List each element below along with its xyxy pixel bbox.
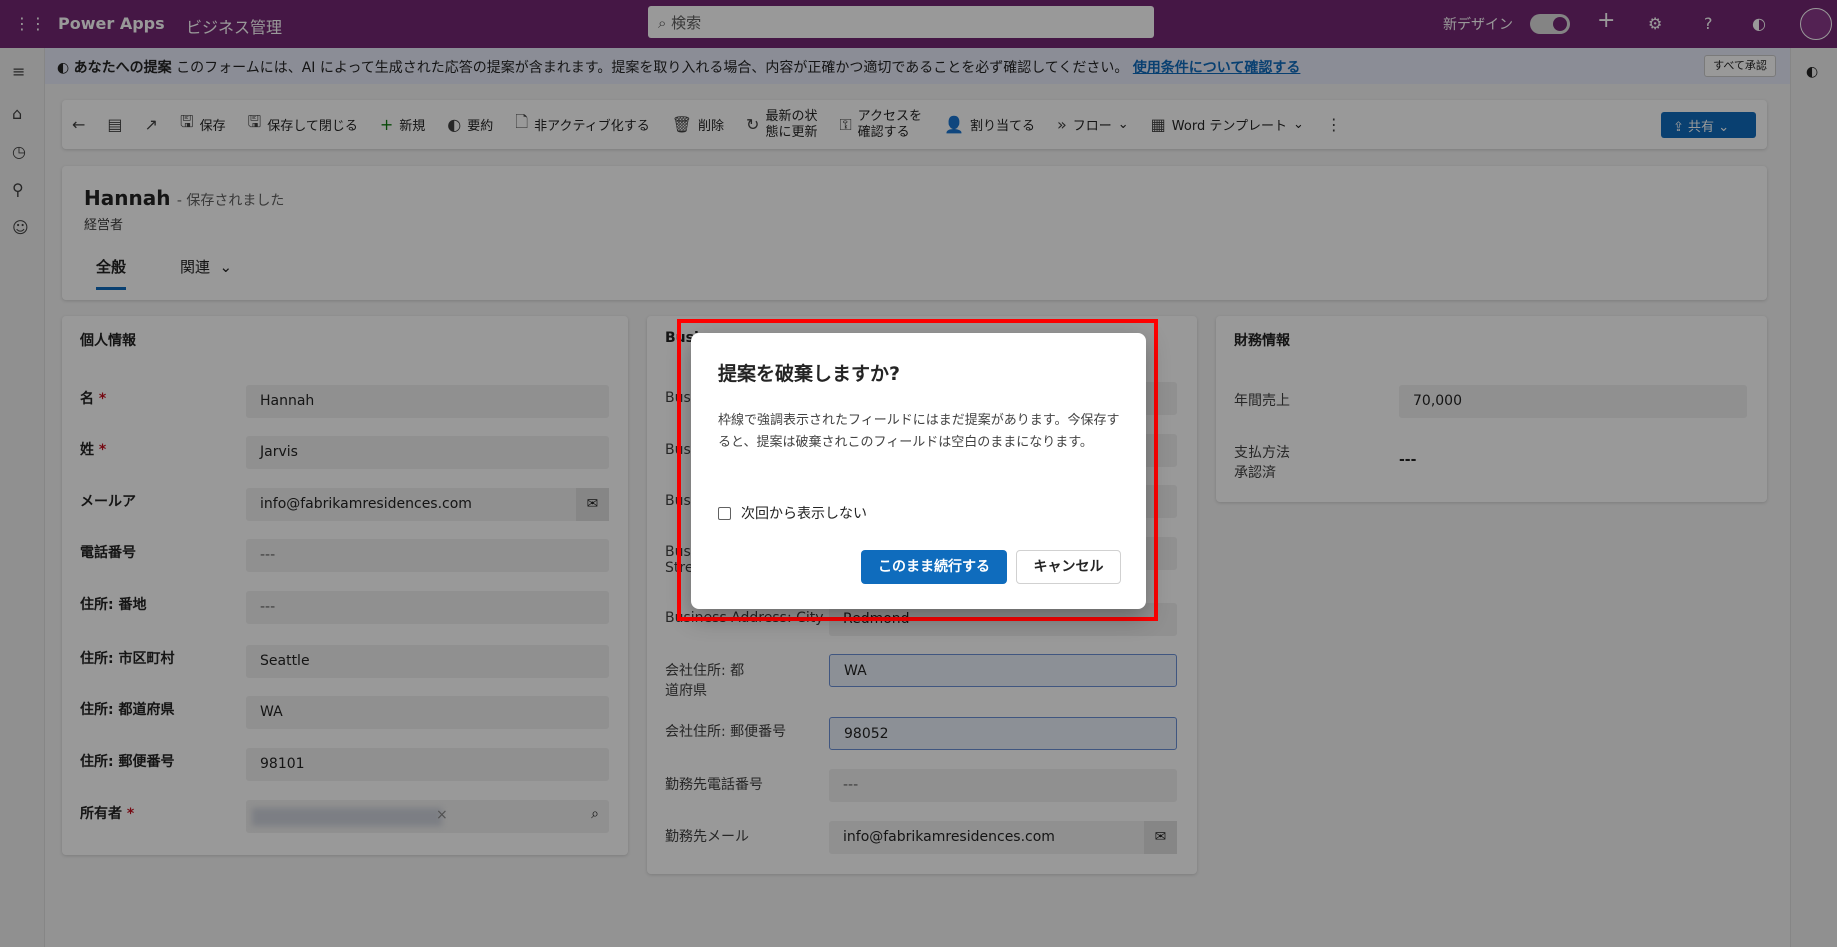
dialog-body: 枠線で強調表示されたフィールドにはまだ提案があります。今保存すると、提案は破棄さ… xyxy=(718,413,1120,450)
dont-show-again[interactable]: 次回から表示しない xyxy=(718,503,867,523)
checkbox-label: 次回から表示しない xyxy=(741,506,867,522)
checkbox[interactable] xyxy=(718,506,731,520)
continue-button[interactable]: このまま続行する xyxy=(861,550,1007,584)
dialog-title: 提案を破棄しますか? xyxy=(718,363,901,385)
cancel-button[interactable]: キャンセル xyxy=(1016,550,1121,584)
discard-suggestions-dialog: 提案を破棄しますか? 枠線で強調表示されたフィールドにはまだ提案があります。今保… xyxy=(691,333,1146,609)
